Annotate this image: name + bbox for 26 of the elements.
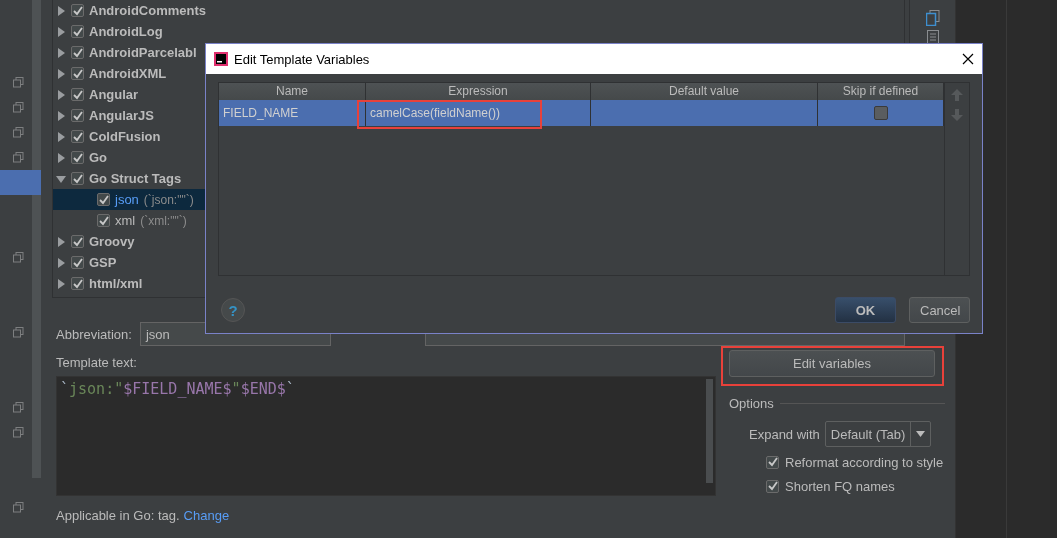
option-label: Shorten FQ names <box>785 478 895 494</box>
template-detail: (`xml:""`) <box>140 213 187 228</box>
group-label: GSP <box>89 255 117 270</box>
group-label: AngularJS <box>89 108 154 123</box>
option-label: Reformat according to style <box>785 454 944 470</box>
group-label: AndroidLog <box>89 24 163 39</box>
template-text-label: Template text: <box>56 355 138 370</box>
group-label: ColdFusion <box>89 129 161 144</box>
group-label: Go Struct Tags <box>89 171 182 186</box>
applicable-text: Applicable in Go: tag. <box>56 508 180 523</box>
group-label: html/xml <box>89 276 143 291</box>
group-label: Go <box>89 150 108 165</box>
group-label: AndroidXML <box>89 66 167 81</box>
table-cell: FIELD_NAME <box>219 100 366 126</box>
group-label: Angular <box>89 87 139 102</box>
template-label: xml <box>115 213 136 228</box>
template-detail: (`json:""`) <box>143 192 194 207</box>
group-label: AndroidParcelabl <box>89 45 197 60</box>
dialog-title: Edit Template Variables <box>234 51 370 67</box>
options-title: Options <box>729 396 774 411</box>
abbreviation-label: Abbreviation: <box>56 326 132 342</box>
group-label: AndroidComments <box>89 3 206 18</box>
group-label: Groovy <box>89 234 135 249</box>
template-label: json <box>115 192 139 207</box>
table-cell: camelCase(fieldName()) <box>366 100 591 126</box>
expand-with-label: Expand with <box>749 426 820 442</box>
